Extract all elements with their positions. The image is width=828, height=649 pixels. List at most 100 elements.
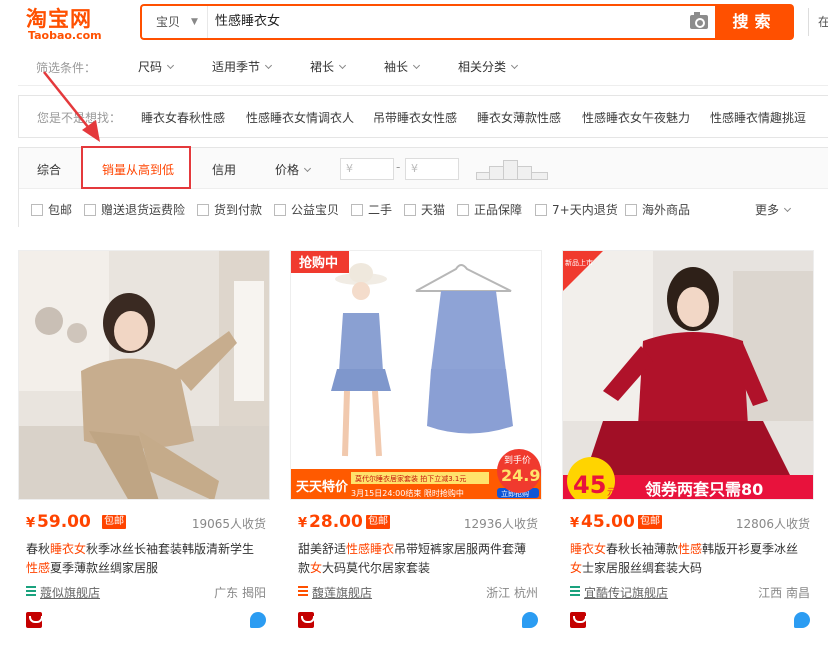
product-image[interactable]: 抢购中 天天特价 莫代尔睡衣居家套装 拍下立减3.1元 3月15日24:00结束… xyxy=(290,250,542,500)
product-card[interactable]: ¥59.00 包邮 19065人收货 春秋睡衣女秋季冰丝长袖套装韩版清新学生性感… xyxy=(18,250,270,640)
filter-season[interactable]: 适用季节 xyxy=(212,58,273,75)
wangwang-chat-icon[interactable] xyxy=(250,612,266,628)
header: 淘宝网 Taobao.com 宝贝 ▼ 搜索 在 xyxy=(0,0,828,48)
histogram-bar xyxy=(531,172,548,180)
related-label: 您是不是想找： xyxy=(37,111,122,125)
location: 浙江 杭州 xyxy=(486,586,538,600)
promo-bottom-text: 3月15日24:00结束 限时抢购中 xyxy=(351,488,464,498)
title-keyword: 性感 xyxy=(678,542,703,556)
sales-count: 12936人收货 xyxy=(463,517,538,531)
related-link[interactable]: 性感睡衣女午夜魅力 xyxy=(582,109,690,126)
product-card[interactable]: 抢购中 天天特价 莫代尔睡衣居家套装 拍下立减3.1元 3月15日24:00结束… xyxy=(290,250,542,640)
camera-icon[interactable] xyxy=(690,12,708,29)
shop-icon xyxy=(298,586,308,596)
product-card[interactable]: 新品上市 45 元 领券两套只需80 ¥45.00 包邮 12806人收货 睡衣… xyxy=(562,250,814,640)
checkbox[interactable] xyxy=(535,204,547,216)
shop-name[interactable]: 馥莲旗舰店 xyxy=(312,584,372,601)
filter-label: 筛选条件： xyxy=(36,61,97,75)
check-cod[interactable]: 货到付款 xyxy=(197,201,262,218)
title-part: 春秋长袖薄款 xyxy=(606,542,679,556)
tmall-icon[interactable] xyxy=(298,612,315,628)
product-image[interactable] xyxy=(18,250,270,500)
logo-sub: Taobao.com xyxy=(28,29,102,42)
title-part: 秋季冰丝长袖套装韩版清新学生 xyxy=(86,542,255,556)
related-link[interactable]: 睡衣女薄款性感 xyxy=(477,109,561,126)
check-label: 二手 xyxy=(368,203,393,217)
checkbox[interactable] xyxy=(457,204,469,216)
check-return-insurance[interactable]: 赠送退货运费险 xyxy=(84,201,185,218)
checkbox[interactable] xyxy=(625,204,637,216)
checkbox[interactable] xyxy=(404,204,416,216)
checkbox[interactable] xyxy=(351,204,363,216)
price-line: ¥28.00 包邮 12936人收货 xyxy=(298,512,538,532)
product-title[interactable]: 春秋睡衣女秋季冰丝长袖套装韩版清新学生性感夏季薄款丝绸家居服 xyxy=(26,540,266,578)
filter-skirt-length[interactable]: 裙长 xyxy=(310,58,347,75)
sort-price[interactable]: 价格 xyxy=(275,161,312,178)
search-type-select[interactable]: 宝贝 ▼ xyxy=(142,6,208,38)
free-shipping-badge: 包邮 xyxy=(638,515,662,529)
product-photo: 新品上市 45 元 领券两套只需80 xyxy=(563,251,813,499)
product-title[interactable]: 甜美舒适性感睡衣吊带短裤家居服两件套薄款女大码莫代尔居家套装 xyxy=(298,540,538,578)
more-filters[interactable]: 更多 xyxy=(755,201,792,218)
sort-credit[interactable]: 信用 xyxy=(212,161,236,178)
checkbox[interactable] xyxy=(84,204,96,216)
sort-default[interactable]: 综合 xyxy=(37,161,61,178)
tmall-icon[interactable] xyxy=(26,612,43,628)
related-link[interactable]: 睡衣女春秋性感 xyxy=(141,109,225,126)
title-keyword: 睡衣女 xyxy=(50,542,87,556)
shop-name[interactable]: 蔻似旗舰店 xyxy=(40,584,100,601)
related-link[interactable]: 性感睡衣女情调衣人 xyxy=(246,109,354,126)
price-min-input[interactable]: ¥ xyxy=(340,158,394,180)
checkbox[interactable] xyxy=(197,204,209,216)
check-overseas[interactable]: 海外商品 xyxy=(625,201,690,218)
check-free-shipping[interactable]: 包邮 xyxy=(31,201,72,218)
filter-category[interactable]: 相关分类 xyxy=(458,58,519,75)
filter-category-label: 相关分类 xyxy=(458,60,507,74)
currency: ¥ xyxy=(298,516,308,531)
search-input[interactable] xyxy=(215,6,675,38)
checkbox[interactable] xyxy=(31,204,43,216)
shop-name[interactable]: 宜酷传记旗舰店 xyxy=(584,584,668,601)
header-divider xyxy=(808,8,809,36)
check-charity[interactable]: 公益宝贝 xyxy=(274,201,339,218)
product-photo: 抢购中 天天特价 莫代尔睡衣居家套装 拍下立减3.1元 3月15日24:00结束… xyxy=(291,251,541,499)
related-link[interactable]: 性感睡衣情趣挑逗 xyxy=(710,109,806,126)
price-histogram[interactable] xyxy=(476,158,552,180)
wangwang-chat-icon[interactable] xyxy=(794,612,810,628)
title-keyword: 睡衣女 xyxy=(570,542,607,556)
sort-price-label: 价格 xyxy=(275,163,300,177)
check-tmall[interactable]: 天猫 xyxy=(404,201,445,218)
check-genuine[interactable]: 正品保障 xyxy=(457,201,522,218)
search-button[interactable]: 搜索 xyxy=(715,4,794,40)
product-title[interactable]: 睡衣女春秋长袖薄款性感韩版开衫夏季冰丝女士家居服丝绸套装大码 xyxy=(570,540,810,578)
related-link[interactable]: 吊带睡衣女性感 xyxy=(373,109,457,126)
check-7day-return[interactable]: 7+天内退货 xyxy=(535,201,618,218)
price-dash: - xyxy=(396,160,401,174)
tmall-icon[interactable] xyxy=(570,612,587,628)
product-image[interactable]: 新品上市 45 元 领券两套只需80 xyxy=(562,250,814,500)
chevron-down-icon xyxy=(166,61,175,70)
check-label: 货到付款 xyxy=(214,203,263,217)
check-secondhand[interactable]: 二手 xyxy=(351,201,392,218)
price: ¥45.00 xyxy=(570,512,635,532)
check-label: 7+天内退货 xyxy=(552,203,618,217)
filter-size[interactable]: 尺码 xyxy=(138,58,175,75)
hand-price-label: 到手价 xyxy=(504,454,531,466)
chevron-down-icon xyxy=(412,61,421,70)
corner-text: 新品上市 xyxy=(565,258,593,267)
wangwang-chat-icon[interactable] xyxy=(522,612,538,628)
location: 广东 揭阳 xyxy=(214,586,266,600)
title-keyword: 性感睡衣 xyxy=(346,542,395,556)
price-value: 45.00 xyxy=(581,512,635,532)
filter-sleeve-length[interactable]: 袖长 xyxy=(384,58,421,75)
check-label: 赠送退货运费险 xyxy=(101,203,186,217)
header-extra-link[interactable]: 在 xyxy=(818,13,828,30)
price-max-input[interactable]: ¥ xyxy=(405,158,459,180)
checkbox[interactable] xyxy=(274,204,286,216)
related-searches: 您是不是想找： 睡衣女春秋性感 性感睡衣女情调衣人 吊带睡衣女性感 睡衣女薄款性… xyxy=(18,95,828,138)
chevron-down-icon xyxy=(510,61,519,70)
title-part: 夏季薄款丝绸家居服 xyxy=(50,561,159,575)
price-line: ¥59.00 包邮 19065人收货 xyxy=(26,512,266,532)
shop-line: 馥莲旗舰店 浙江 杭州 xyxy=(298,583,538,601)
taobao-logo[interactable]: 淘宝网 Taobao.com xyxy=(24,3,124,43)
